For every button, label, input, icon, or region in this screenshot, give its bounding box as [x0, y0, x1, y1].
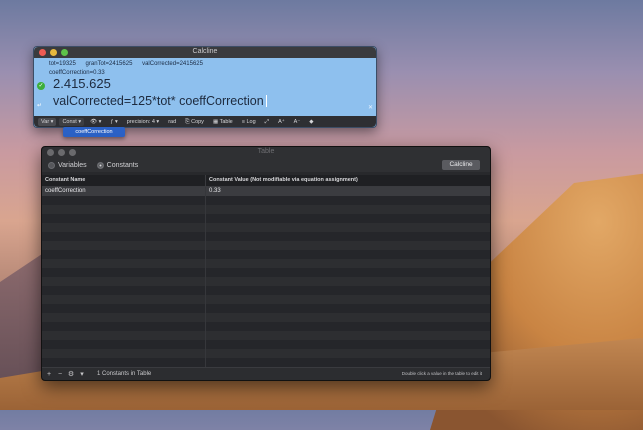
- empty-row: [42, 250, 490, 259]
- font-smaller-icon[interactable]: A⁻: [291, 118, 304, 126]
- window-title: Table: [257, 148, 275, 155]
- empty-row: [42, 196, 490, 205]
- empty-row: [42, 223, 490, 232]
- table-footer: + − ⚙ ▾ 1 Constants in Table Double clic…: [42, 367, 490, 380]
- edit-hint: Double click a value in the table to edi…: [401, 371, 482, 376]
- empty-row: [42, 340, 490, 349]
- const-menu[interactable]: Const ▾: [59, 117, 85, 126]
- clear-icon[interactable]: ✕: [368, 104, 373, 111]
- constants-label: Constants: [106, 161, 139, 169]
- window-title: Calcline: [192, 48, 218, 55]
- table-rows: coeffCorrection 0.33: [42, 187, 490, 376]
- empty-row: [42, 358, 490, 367]
- empty-row: [42, 214, 490, 223]
- precision-menu[interactable]: precision: 4 ▾: [124, 118, 162, 126]
- var-valcorrected: valCorrected=2415625: [142, 61, 203, 67]
- table-header: Constant Name Constant Value (Not modifi…: [42, 175, 490, 187]
- empty-row: [42, 331, 490, 340]
- empty-row: [42, 349, 490, 358]
- empty-row: [42, 232, 490, 241]
- column-header-value[interactable]: Constant Value (Not modifiable via equat…: [206, 175, 358, 186]
- const-menu-label: Const: [62, 118, 77, 125]
- var-grantot: granTot=2415625: [85, 61, 133, 67]
- calcline-window: Calcline tot=19325 granTot=2415625 valCo…: [33, 46, 377, 128]
- history-icon[interactable]: ↵: [37, 102, 42, 109]
- copy-button[interactable]: ⎘ Copy: [182, 118, 207, 126]
- radio-on-icon: [96, 161, 104, 169]
- chevron-down-icon[interactable]: ▾: [78, 370, 86, 379]
- calcline-button[interactable]: Calcline: [442, 160, 480, 170]
- table-row[interactable]: coeffCorrection 0.33: [42, 187, 490, 196]
- mode-selector: Variables Constants Calcline: [42, 158, 490, 172]
- result-value: 2.415.625: [53, 76, 111, 91]
- empty-row: [42, 277, 490, 286]
- empty-row: [42, 259, 490, 268]
- text-caret: [265, 95, 267, 107]
- table-button[interactable]: ▦ Table: [210, 118, 236, 126]
- constants-table: Constant Name Constant Value (Not modifi…: [42, 175, 490, 376]
- empty-row: [42, 295, 490, 304]
- empty-row: [42, 241, 490, 250]
- eye-icon[interactable]: 👁 ▾: [87, 118, 104, 126]
- var-menu-label: Var: [41, 118, 50, 125]
- add-button[interactable]: +: [45, 370, 53, 379]
- font-larger-icon[interactable]: A⁺: [275, 118, 288, 126]
- column-header-name[interactable]: Constant Name: [42, 175, 206, 186]
- var-menu[interactable]: Var ▾: [38, 117, 57, 126]
- empty-row: [42, 205, 490, 214]
- expression-input[interactable]: valCorrected=125*tot* coeffCorrection: [53, 94, 267, 108]
- table-label: Table: [219, 118, 233, 125]
- table-titlebar[interactable]: Table: [42, 147, 490, 158]
- function-icon[interactable]: ƒ ▾: [107, 118, 120, 126]
- precision-label: precision: 4: [126, 118, 155, 125]
- var-tot: tot=19325: [49, 61, 76, 67]
- copy-label: Copy: [191, 118, 204, 125]
- color-icon[interactable]: ◆: [306, 118, 316, 126]
- table-window: Table Variables Constants Calcline Const…: [41, 146, 491, 381]
- calcline-titlebar[interactable]: Calcline: [34, 47, 376, 58]
- empty-row: [42, 304, 490, 313]
- constants-radio[interactable]: Constants: [96, 161, 139, 169]
- empty-row: [42, 313, 490, 322]
- empty-row: [42, 286, 490, 295]
- check-icon: ✓: [37, 82, 45, 90]
- empty-row: [42, 268, 490, 277]
- cell-name[interactable]: coeffCorrection: [42, 187, 206, 196]
- constants-count: 1 Constants in Table: [97, 371, 152, 377]
- radio-off-icon: [48, 161, 55, 169]
- gear-icon[interactable]: ⚙: [67, 370, 75, 379]
- remove-button[interactable]: −: [56, 370, 64, 379]
- cell-value[interactable]: 0.33: [206, 187, 221, 196]
- empty-row: [42, 322, 490, 331]
- log-button[interactable]: ≡ Log: [239, 118, 259, 126]
- variables-label: Variables: [58, 161, 87, 169]
- log-label: Log: [246, 118, 256, 125]
- expand-icon[interactable]: ⤢: [262, 118, 272, 126]
- const-dropdown-item[interactable]: coeffCorrection: [63, 127, 125, 137]
- calcline-toolbar: Var ▾ Const ▾ 👁 ▾ ƒ ▾ precision: 4 ▾ rad…: [34, 116, 376, 127]
- variables-radio[interactable]: Variables: [48, 161, 87, 169]
- expression-text[interactable]: valCorrected=125*tot* coeffCorrection: [53, 94, 264, 108]
- rad-toggle[interactable]: rad: [165, 118, 179, 126]
